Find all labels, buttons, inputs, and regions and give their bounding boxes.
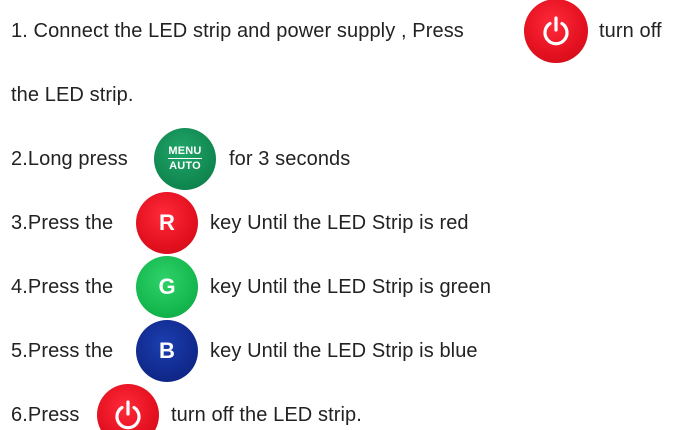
b-key-button: B [136,320,198,382]
r-key-icon: R [159,210,175,235]
b-key-icon: B [159,338,175,363]
g-key-icon: G [158,274,176,299]
step-1-text: 1. Connect the LED strip and power suppl… [11,20,464,42]
power-button-2 [97,384,159,430]
r-key-button: R [136,192,198,254]
power-button [524,0,588,63]
step-3-text: 3.Press the [11,212,114,234]
menu-label: MENU [168,145,202,159]
power-icon [543,16,569,46]
menu-auto-button: MENU AUTO [154,128,216,190]
step-3-text-after: key Until the LED Strip is red [210,212,469,234]
step-6-text-after: turn off the LED strip. [171,404,362,426]
step-1-text-after: turn off [599,20,662,42]
step-2-text-after: for 3 seconds [229,148,351,170]
step-5-text-after: key Until the LED Strip is blue [210,340,478,362]
step-4-text-after: key Until the LED Strip is green [210,276,492,298]
menu-auto-icon: MENU AUTO [168,145,202,172]
g-key-button: G [136,256,198,318]
step-5-text: 5.Press the [11,340,114,362]
step-1-continuation: the LED strip. [11,84,134,106]
step-4-text: 4.Press the [11,276,114,298]
power-icon [115,400,141,430]
step-2-text: 2.Long press [11,148,128,170]
step-6-text: 6.Press [11,404,80,426]
auto-label: AUTO [169,160,201,172]
